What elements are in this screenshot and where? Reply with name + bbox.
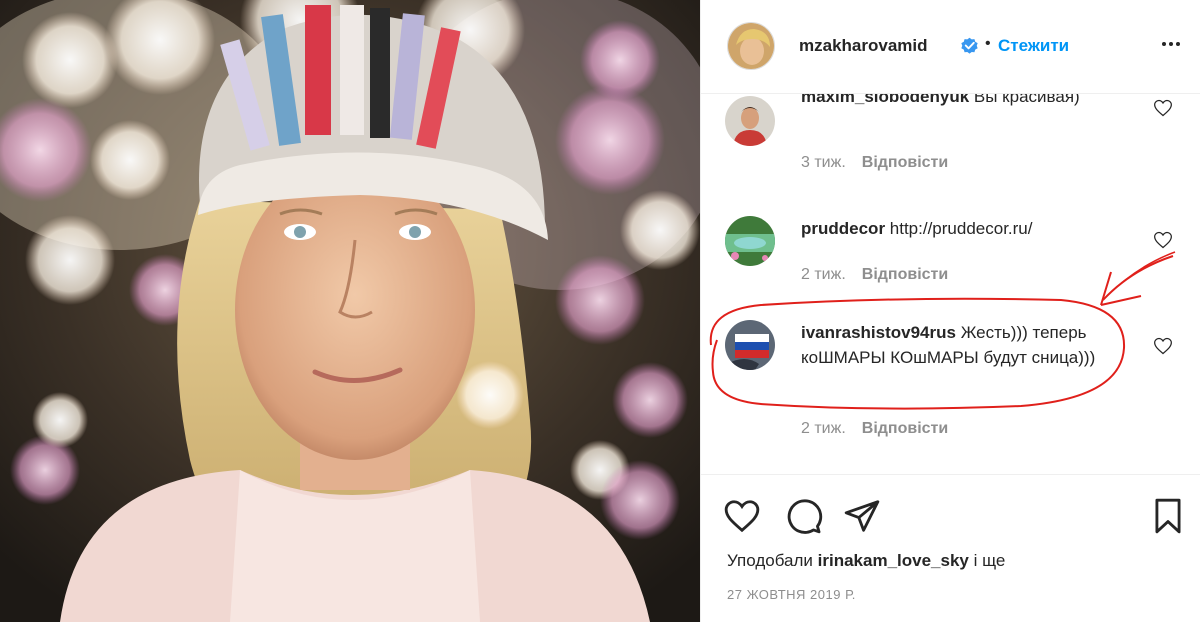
comment-meta: 2 тиж. Відповісти	[801, 266, 948, 284]
header-separator-dot: •	[985, 35, 991, 52]
post-side-panel: mzakharovamid • Стежити maxim_slobodenyu…	[700, 0, 1200, 622]
post-date[interactable]: 27 ЖОВТНЯ 2019 Р.	[727, 587, 856, 602]
selfie-image	[0, 0, 700, 622]
likes-suffix[interactable]: і ще	[969, 551, 1006, 570]
comment-like-heart-icon[interactable]	[1153, 230, 1173, 250]
author-avatar[interactable]	[727, 22, 775, 70]
comment-text: maxim_slobodenyuk Вы красивая)	[801, 94, 1131, 109]
reply-button[interactable]: Відповісти	[862, 420, 948, 437]
more-icon[interactable]	[1159, 32, 1183, 56]
comment-text: ivanrashistov94rus Жесть))) теперь коШМА…	[801, 320, 1101, 370]
post-photo[interactable]	[0, 0, 700, 622]
liker-username[interactable]: irinakam_love_sky	[818, 551, 969, 570]
comment-like-heart-icon[interactable]	[1153, 336, 1173, 356]
comments-list[interactable]: maxim_slobodenyuk Вы красивая) 3 тиж. Від…	[701, 94, 1200, 474]
comment-time: 2 тиж.	[801, 266, 846, 283]
likes-prefix: Уподобали	[727, 551, 818, 570]
reply-button[interactable]: Відповісти	[862, 266, 948, 283]
share-icon[interactable]	[843, 497, 881, 535]
reply-button[interactable]: Відповісти	[862, 154, 948, 171]
post-actions: Уподобали irinakam_love_sky і ще 27 ЖОВТ…	[701, 474, 1200, 622]
likes-summary: Уподобали irinakam_love_sky і ще	[727, 551, 1005, 571]
comment-like-heart-icon[interactable]	[1153, 98, 1173, 118]
comment-body: http://pruddecor.ru/	[885, 219, 1033, 238]
comment-body: Вы красивая)	[969, 94, 1080, 106]
post-header: mzakharovamid • Стежити	[701, 0, 1200, 94]
comment-time: 3 тиж.	[801, 154, 846, 171]
comment-avatar[interactable]	[725, 96, 775, 146]
comment-meta: 2 тиж. Відповісти	[801, 420, 948, 438]
author-username[interactable]: mzakharovamid	[799, 36, 928, 56]
heart-icon[interactable]	[723, 497, 761, 535]
follow-button[interactable]: Стежити	[998, 36, 1069, 56]
comment-avatar[interactable]	[725, 216, 775, 266]
comment-meta: 3 тиж. Відповісти	[801, 154, 948, 172]
bookmark-icon[interactable]	[1149, 497, 1187, 535]
comment-time: 2 тиж.	[801, 420, 846, 437]
comment-text: pruddecor http://pruddecor.ru/	[801, 216, 1131, 241]
verified-badge-icon	[961, 37, 978, 54]
comment-username[interactable]: ivanrashistov94rus	[801, 323, 956, 342]
comment-icon[interactable]	[785, 497, 823, 535]
comment-avatar[interactable]	[725, 320, 775, 370]
comment-username[interactable]: pruddecor	[801, 219, 885, 238]
comment-username[interactable]: maxim_slobodenyuk	[801, 94, 969, 106]
